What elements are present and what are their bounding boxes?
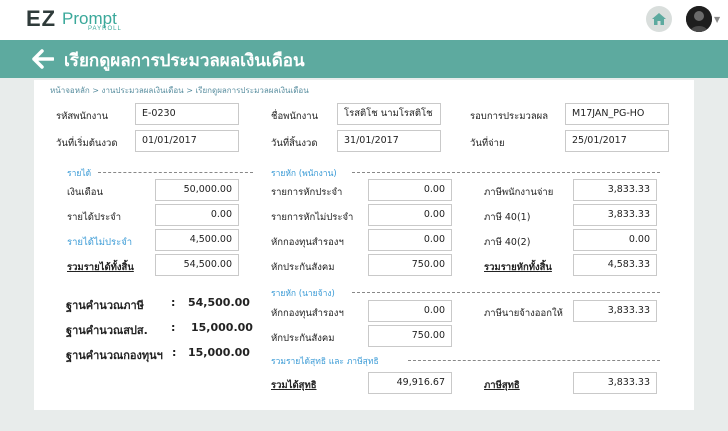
irregular-income-field[interactable]: 4,500.00 — [155, 229, 239, 251]
total-income-label: รวมรายได้ทั้งสิ้น — [67, 262, 134, 273]
home-button[interactable] — [646, 6, 672, 32]
fund-deduct-label: หักกองทุนสำรองฯ — [271, 237, 344, 248]
er-deduct-section-title: รายหัก (นายจ้าง) — [271, 289, 335, 299]
pay-date-field[interactable]: 25/01/2017 — [565, 130, 669, 152]
page-title: เรียกดูผลการประมวลผลเงินเดือน — [64, 51, 305, 71]
app-logo[interactable]: EZ Prompt PAYROLL — [26, 6, 121, 32]
sso-base-label: ฐานคำนวณสปส. — [66, 324, 148, 337]
end-date-field[interactable]: 31/01/2017 — [337, 130, 441, 152]
back-arrow-icon[interactable] — [32, 49, 54, 69]
top-bar: EZ Prompt PAYROLL ▼ — [0, 0, 728, 40]
er-fund-label: หักกองทุนสำรองฯ — [271, 308, 344, 319]
net-income-field[interactable]: 49,916.67 — [368, 372, 452, 394]
tax-40-1-label: ภาษี 40(1) — [484, 212, 531, 223]
section-divider — [408, 360, 660, 361]
user-photo-icon — [686, 6, 712, 32]
regular-deduct-field[interactable]: 0.00 — [368, 179, 452, 201]
tax-40-1-field[interactable]: 3,833.33 — [573, 204, 657, 226]
start-date-field[interactable]: 01/01/2017 — [135, 130, 239, 152]
tax-base-value: 54,500.00 — [188, 296, 250, 309]
tax-40-2-field[interactable]: 0.00 — [573, 229, 657, 251]
net-tax-field[interactable]: 3,833.33 — [573, 372, 657, 394]
emp-code-label: รหัสพนักงาน — [56, 111, 109, 122]
section-divider — [352, 292, 660, 293]
net-income-label: รวมได้สุทธิ — [271, 380, 317, 391]
tax-base-label: ฐานคำนวณภาษี — [66, 299, 144, 312]
period-field[interactable]: M17JAN_PG-HO — [565, 103, 669, 125]
fund-deduct-field[interactable]: 0.00 — [368, 229, 452, 251]
emp-name-field[interactable]: โรสติโช นามโรสติโช — [337, 103, 441, 125]
er-tax-field[interactable]: 3,833.33 — [573, 300, 657, 322]
tax-base-colon: : — [171, 296, 176, 309]
sso-base-value: 15,000.00 — [191, 321, 253, 334]
total-deduct-label: รวมรายหักทั้งสิ้น — [484, 262, 552, 273]
fund-base-label: ฐานคำนวณกองทุนฯ — [66, 349, 163, 362]
avatar[interactable] — [686, 6, 712, 32]
sso-base-colon: : — [171, 321, 176, 334]
logo-payroll: PAYROLL — [88, 26, 122, 32]
logo-ez: EZ — [26, 6, 57, 31]
home-icon — [652, 13, 666, 25]
end-date-label: วันที่สิ้นงวด — [271, 138, 318, 149]
emp-deduct-section-title: รายหัก (พนักงาน) — [271, 169, 337, 179]
emp-tax-field[interactable]: 3,833.33 — [573, 179, 657, 201]
er-tax-label: ภาษีนายจ้างออกให้ — [484, 308, 563, 319]
salary-label: เงินเดือน — [67, 187, 103, 198]
er-sso-field[interactable]: 750.00 — [368, 325, 452, 347]
emp-code-field[interactable]: E-0230 — [135, 103, 239, 125]
net-tax-label: ภาษีสุทธิ — [484, 380, 520, 391]
irregular-deduct-label: รายการหักไม่ประจำ — [271, 212, 354, 223]
irregular-income-link[interactable]: รายได้ไม่ประจำ — [67, 235, 132, 250]
tax-40-2-label: ภาษี 40(2) — [484, 237, 531, 248]
title-bar: เรียกดูผลการประมวลผลเงินเดือน — [0, 40, 728, 78]
regular-income-label: รายได้ประจำ — [67, 212, 122, 223]
er-sso-label: หักประกันสังคม — [271, 333, 335, 344]
start-date-label: วันที่เริ่มต้นงวด — [56, 138, 118, 149]
salary-field[interactable]: 50,000.00 — [155, 179, 239, 201]
regular-deduct-label: รายการหักประจำ — [271, 187, 343, 198]
net-section-title: รวมรายได้สุทธิ และ ภาษีสุทธิ — [271, 357, 379, 367]
total-deduct-field[interactable]: 4,583.33 — [573, 254, 657, 276]
fund-base-value: 15,000.00 — [188, 346, 250, 359]
breadcrumb[interactable]: หน้าจอหลัก > งานประมวลผลเงินเดือน > เรีย… — [50, 84, 309, 97]
section-divider — [98, 172, 253, 173]
emp-name-label: ชื่อพนักงาน — [271, 111, 319, 122]
emp-tax-label: ภาษีพนักงานจ่าย — [484, 187, 554, 198]
pay-date-label: วันที่จ่าย — [470, 138, 505, 149]
chevron-down-icon[interactable]: ▼ — [714, 15, 720, 24]
period-label: รอบการประมวลผล — [470, 111, 549, 122]
fund-base-colon: : — [172, 346, 177, 359]
section-divider — [352, 172, 660, 173]
regular-income-field[interactable]: 0.00 — [155, 204, 239, 226]
sso-deduct-label: หักประกันสังคม — [271, 262, 335, 273]
income-section-title: รายได้ — [67, 169, 92, 179]
er-fund-field[interactable]: 0.00 — [368, 300, 452, 322]
total-income-field[interactable]: 54,500.00 — [155, 254, 239, 276]
irregular-deduct-field[interactable]: 0.00 — [368, 204, 452, 226]
sso-deduct-field[interactable]: 750.00 — [368, 254, 452, 276]
